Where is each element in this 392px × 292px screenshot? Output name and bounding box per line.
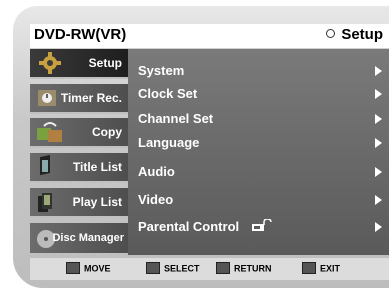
return-key-icon bbox=[216, 262, 230, 274]
sidebar-item-label: Title List bbox=[72, 160, 122, 174]
menu-item-label: Channel Set bbox=[138, 111, 214, 126]
sidebar-item-disc-manager[interactable]: Disc Manager bbox=[30, 223, 128, 255]
menu-item-video[interactable]: Video bbox=[138, 192, 382, 212]
arrow-right-icon bbox=[375, 138, 382, 148]
section-label: Setup bbox=[341, 26, 383, 43]
menu-item-system[interactable]: System bbox=[138, 63, 382, 83]
updown-key-icon bbox=[66, 262, 80, 274]
arrow-right-icon bbox=[375, 167, 382, 177]
hint-exit: EXIT bbox=[302, 262, 341, 275]
mode-title: DVD-RW(VR) bbox=[34, 26, 127, 43]
menu-item-parental-control[interactable]: Parental Control bbox=[138, 218, 382, 239]
sidebar-item-title-list[interactable]: Title List bbox=[30, 153, 128, 183]
select-key-icon bbox=[146, 262, 160, 274]
sidebar-item-label: Play List bbox=[72, 195, 122, 209]
menu-item-clock-set[interactable]: Clock Set bbox=[138, 86, 382, 106]
lock-icon bbox=[251, 218, 272, 231]
hint-move: MOVE bbox=[66, 262, 111, 275]
menu-item-language[interactable]: Language bbox=[138, 135, 382, 155]
arrow-right-icon bbox=[375, 66, 382, 76]
sidebar-item-timer-rec[interactable]: Timer Rec. bbox=[30, 84, 128, 114]
hint-exit-label: EXIT bbox=[320, 263, 341, 274]
sidebar-item-label: Disc Manager bbox=[52, 232, 124, 244]
play-list-icon bbox=[38, 193, 52, 212]
hint-select: SELECT bbox=[146, 262, 200, 275]
sidebar-item-play-list[interactable]: Play List bbox=[30, 188, 128, 218]
hint-return-label: RETURN bbox=[234, 263, 272, 274]
menu-item-label: Parental Control bbox=[138, 219, 240, 234]
title-list-icon bbox=[40, 155, 50, 176]
sidebar-item-label: Timer Rec. bbox=[60, 91, 122, 105]
arrow-right-icon bbox=[375, 114, 382, 124]
arrow-right-icon bbox=[375, 195, 382, 205]
sidebar: Setup Timer Rec. Copy Title List Play Li… bbox=[30, 49, 128, 255]
menu-item-label: Audio bbox=[138, 164, 175, 179]
arrow-right-icon bbox=[375, 222, 382, 232]
arrow-right-icon bbox=[375, 89, 382, 99]
hint-move-label: MOVE bbox=[84, 263, 111, 274]
menu-item-label: Video bbox=[138, 192, 174, 207]
menu-item-label: System bbox=[138, 63, 185, 78]
sidebar-item-copy[interactable]: Copy bbox=[30, 118, 128, 148]
hint-select-label: SELECT bbox=[164, 263, 200, 274]
sidebar-item-setup[interactable]: Setup bbox=[30, 49, 128, 79]
copy-icon bbox=[37, 122, 62, 142]
sidebar-item-label: Copy bbox=[92, 125, 122, 139]
hint-return: RETURN bbox=[216, 262, 272, 275]
exit-key-icon bbox=[302, 262, 316, 274]
timer-icon bbox=[38, 90, 56, 106]
menu-item-channel-set[interactable]: Channel Set bbox=[138, 111, 382, 131]
menu-item-label: Clock Set bbox=[138, 86, 198, 101]
settings-menu: System Clock Set Channel Set Language Au… bbox=[128, 49, 389, 255]
menu-item-label: Language bbox=[138, 135, 200, 150]
circle-icon bbox=[326, 28, 336, 38]
title-bar: DVD-RW(VR) Setup bbox=[30, 24, 389, 49]
section-title: Setup bbox=[326, 26, 383, 43]
button-hint-bar: MOVE SELECT RETURN EXIT bbox=[30, 258, 389, 280]
sidebar-item-label: Setup bbox=[88, 56, 122, 70]
menu-item-audio[interactable]: Audio bbox=[138, 164, 382, 184]
gear-icon bbox=[39, 52, 61, 74]
